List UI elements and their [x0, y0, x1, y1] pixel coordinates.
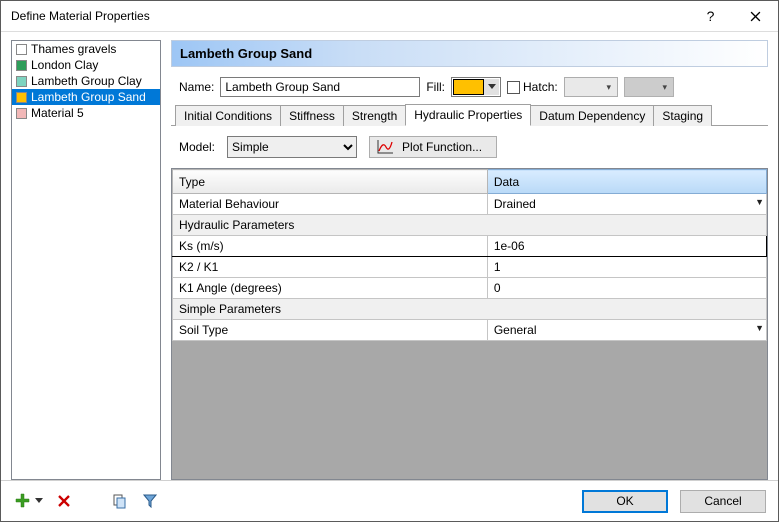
group-label: Hydraulic Parameters	[173, 215, 767, 236]
property-value[interactable]: 1e-06	[487, 236, 766, 257]
delete-button[interactable]	[55, 492, 73, 510]
hatch-checkbox[interactable]	[507, 81, 520, 94]
group-label: Simple Parameters	[173, 299, 767, 320]
sidebar-item-label: Material 5	[31, 106, 84, 120]
property-grid: Type Data Material BehaviourDrained▼Hydr…	[171, 168, 768, 480]
funnel-icon	[143, 494, 157, 508]
group-row: Hydraulic Parameters	[173, 215, 767, 236]
sidebar-item[interactable]: Lambeth Group Sand	[12, 89, 160, 105]
sidebar-item-label: Thames gravels	[31, 42, 116, 56]
filter-button[interactable]	[141, 492, 159, 510]
property-row[interactable]: Material BehaviourDrained▼	[173, 194, 767, 215]
plot-function-label: Plot Function...	[402, 140, 482, 154]
material-swatch	[16, 44, 27, 55]
fill-color-picker[interactable]	[451, 77, 501, 97]
sidebar-item[interactable]: London Clay	[12, 57, 160, 73]
ok-button[interactable]: OK	[582, 490, 668, 513]
property-name: Soil Type	[173, 320, 488, 341]
property-name: K2 / K1	[173, 257, 488, 278]
tab[interactable]: Hydraulic Properties	[405, 104, 531, 126]
name-label: Name:	[179, 80, 214, 94]
plot-function-button[interactable]: Plot Function...	[369, 136, 497, 158]
help-button[interactable]: ?	[688, 1, 733, 31]
x-icon	[57, 494, 71, 508]
window-title: Define Material Properties	[1, 9, 688, 23]
tab-bar: Initial ConditionsStiffnessStrengthHydra…	[171, 103, 768, 126]
property-value[interactable]: 0	[487, 278, 766, 299]
property-row[interactable]: Soil TypeGeneral▼	[173, 320, 767, 341]
sidebar-item-label: London Clay	[31, 58, 98, 72]
material-swatch	[16, 108, 27, 119]
tab[interactable]: Strength	[343, 105, 406, 126]
close-icon	[750, 11, 761, 22]
tab[interactable]: Datum Dependency	[530, 105, 654, 126]
tab[interactable]: Initial Conditions	[175, 105, 281, 126]
property-row[interactable]: K2 / K11	[173, 257, 767, 278]
cancel-button[interactable]: Cancel	[680, 490, 766, 513]
chevron-down-icon: ▼	[755, 197, 764, 207]
plot-icon	[376, 139, 394, 155]
copy-icon	[112, 493, 128, 509]
sidebar-item[interactable]: Material 5	[12, 105, 160, 121]
sidebar-item[interactable]: Lambeth Group Clay	[12, 73, 160, 89]
dialog-footer: OK Cancel	[1, 480, 778, 521]
sidebar-item-label: Lambeth Group Sand	[31, 90, 146, 104]
chevron-down-icon: ▾	[601, 82, 617, 93]
property-row[interactable]: K1 Angle (degrees)0	[173, 278, 767, 299]
close-button[interactable]	[733, 1, 778, 31]
chevron-down-icon[interactable]	[35, 498, 43, 504]
copy-button[interactable]	[111, 492, 129, 510]
hatch-label: Hatch:	[523, 80, 558, 94]
material-swatch	[16, 76, 27, 87]
chevron-down-icon: ▼	[755, 323, 764, 333]
titlebar: Define Material Properties ?	[1, 1, 778, 32]
col-type[interactable]: Type	[173, 170, 488, 194]
sidebar-item-label: Lambeth Group Clay	[31, 74, 142, 88]
col-data[interactable]: Data	[487, 170, 766, 194]
property-value[interactable]: General▼	[487, 320, 766, 341]
property-value[interactable]: 1	[487, 257, 766, 278]
tab[interactable]: Staging	[653, 105, 712, 126]
material-swatch	[16, 60, 27, 71]
property-name: Material Behaviour	[173, 194, 488, 215]
model-select[interactable]: Simple	[227, 136, 357, 158]
add-button[interactable]	[13, 492, 31, 510]
dialog-window: Define Material Properties ? Thames grav…	[0, 0, 779, 522]
sidebar-item[interactable]: Thames gravels	[12, 41, 160, 57]
chevron-down-icon: ▾	[657, 82, 673, 93]
plus-icon	[14, 493, 30, 509]
panel-title: Lambeth Group Sand	[171, 40, 768, 67]
group-row: Simple Parameters	[173, 299, 767, 320]
material-swatch	[16, 92, 27, 103]
property-row[interactable]: Ks (m/s)1e-06	[173, 236, 767, 257]
material-list[interactable]: Thames gravels London Clay Lambeth Group C…	[11, 40, 161, 480]
tab[interactable]: Stiffness	[280, 105, 344, 126]
chevron-down-icon	[484, 79, 499, 95]
grid-header-row: Type Data	[173, 170, 767, 194]
hatch-color-combo[interactable]: ▾	[624, 77, 674, 97]
main-panel: Lambeth Group Sand Name: Fill: Hatch:	[171, 40, 768, 480]
name-input[interactable]	[220, 77, 420, 97]
property-value[interactable]: Drained▼	[487, 194, 766, 215]
fill-chip	[453, 79, 484, 95]
grid-empty-area	[172, 341, 767, 479]
model-label: Model:	[179, 140, 215, 154]
property-name: Ks (m/s)	[173, 236, 488, 257]
fill-label: Fill:	[426, 80, 445, 94]
hatch-pattern-combo[interactable]: ▾	[564, 77, 618, 97]
property-name: K1 Angle (degrees)	[173, 278, 488, 299]
